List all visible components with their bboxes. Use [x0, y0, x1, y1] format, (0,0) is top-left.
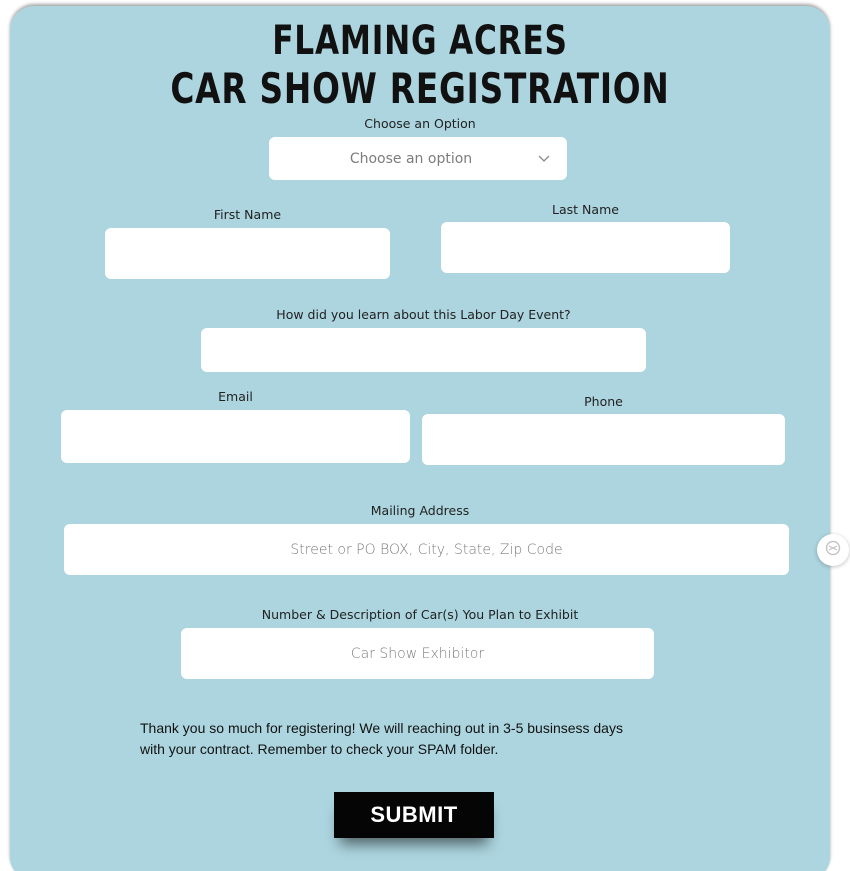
- accessibility-icon: [825, 540, 841, 561]
- phone-label: Phone: [584, 394, 623, 409]
- address-label: Mailing Address: [370, 503, 470, 518]
- option-select[interactable]: Choose an option: [269, 137, 567, 180]
- referral-label: How did you learn about this Labor Day E…: [276, 307, 571, 322]
- option-label: Choose an Option: [364, 116, 476, 131]
- cars-label: Number & Description of Car(s) You Plan …: [261, 607, 579, 622]
- page-title-line1: FLAMING ACRES: [272, 18, 568, 64]
- referral-field[interactable]: [201, 328, 646, 372]
- option-select-value: Choose an option: [349, 150, 473, 167]
- address-field[interactable]: [64, 524, 789, 575]
- page-title-line2: CAR SHOW REGISTRATION: [170, 64, 670, 113]
- last-name-field[interactable]: [441, 222, 730, 273]
- last-name-label: Last Name: [552, 202, 619, 217]
- first-name-label: First Name: [213, 207, 282, 222]
- confirmation-note-line2: with your contract. Remember to check yo…: [140, 741, 499, 757]
- email-label: Email: [218, 389, 253, 404]
- submit-button[interactable]: SUBMIT: [334, 792, 494, 838]
- phone-field[interactable]: [422, 414, 785, 465]
- first-name-field[interactable]: [105, 228, 390, 279]
- registration-form-card: FLAMING ACRES CAR SHOW REGISTRATION Choo…: [10, 6, 830, 871]
- accessibility-widget-button[interactable]: [817, 534, 849, 566]
- email-field[interactable]: [61, 410, 410, 463]
- chevron-down-icon: [529, 149, 559, 169]
- confirmation-note: Thank you so much for registering! We wi…: [140, 718, 740, 760]
- cars-field[interactable]: [181, 628, 654, 679]
- confirmation-note-line1: Thank you so much for registering! We wi…: [140, 720, 623, 736]
